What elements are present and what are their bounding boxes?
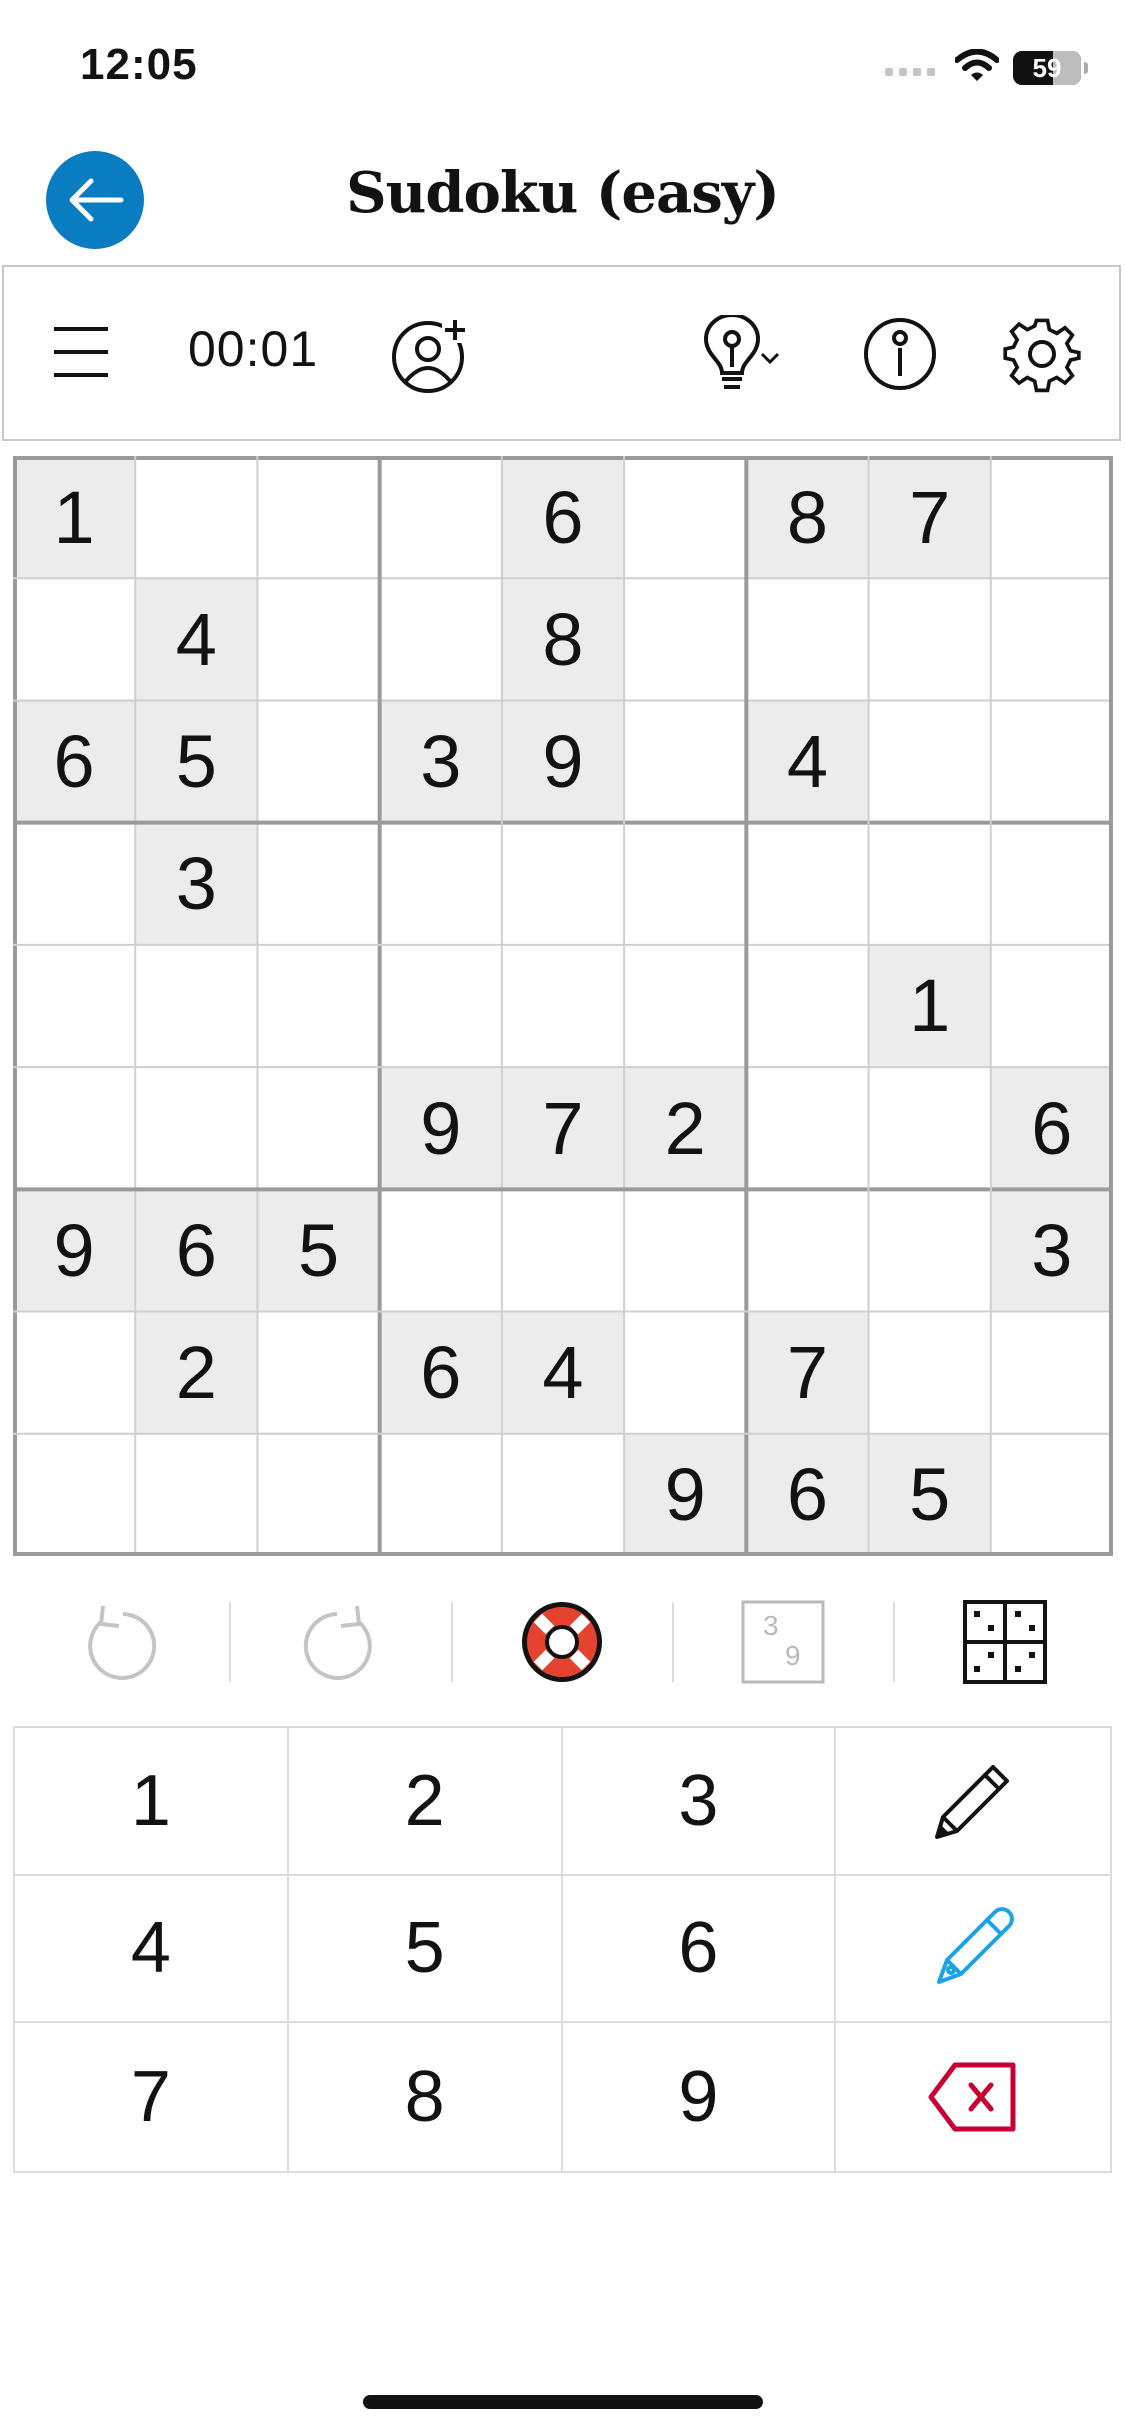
status-time: 12:05 <box>80 40 198 89</box>
key-7[interactable]: 7 <box>15 2023 289 2171</box>
notes-sample-digit: 3 <box>763 1610 779 1641</box>
lightbulb-hint-icon <box>703 315 761 389</box>
undo-icon <box>88 1605 157 1680</box>
battery-icon: 59 <box>1013 51 1088 85</box>
status-icons: 59 <box>885 48 1088 88</box>
pencil-marks-icon <box>741 1600 825 1684</box>
invite-player-button[interactable] <box>385 312 475 398</box>
pen-icon <box>937 1907 1015 1985</box>
key-2[interactable]: 2 <box>288 1728 563 1876</box>
delete-button[interactable] <box>836 2023 1110 2171</box>
notes-mode-button[interactable]: 3 9 <box>733 1596 833 1688</box>
page-title: Sudoku (easy) <box>346 160 780 226</box>
key-4[interactable]: 4 <box>15 1875 289 2024</box>
key-1[interactable]: 1 <box>15 1728 289 1876</box>
menu-icon <box>54 327 108 377</box>
info-icon <box>864 318 936 390</box>
grid-view-icon <box>963 1600 1047 1684</box>
signal-icon <box>885 56 941 81</box>
grid-view-button[interactable] <box>955 1596 1055 1688</box>
pen-mode-button[interactable] <box>836 1876 1110 2024</box>
toolbar <box>2 265 1121 441</box>
number-keypad: 1 2 3 4 5 6 7 8 9 <box>13 1726 1112 2173</box>
timer: 00:01 <box>188 321 319 377</box>
info-button[interactable] <box>858 312 942 396</box>
gear-icon <box>1003 318 1081 393</box>
menu-button[interactable] <box>44 315 118 389</box>
redo-icon <box>303 1605 372 1680</box>
action-bar: 3 9 <box>0 1596 1125 1688</box>
delete-icon <box>928 2062 1016 2132</box>
chevron-down-icon <box>760 352 780 365</box>
redo-button[interactable] <box>291 1596 391 1688</box>
battery-level: 59 <box>1032 52 1062 83</box>
lifebuoy-icon <box>522 1602 602 1682</box>
wifi-icon <box>954 48 1000 88</box>
key-9[interactable]: 9 <box>563 2023 837 2171</box>
key-6[interactable]: 6 <box>562 1875 837 2024</box>
undo-button[interactable] <box>69 1596 169 1688</box>
help-button[interactable] <box>512 1596 612 1688</box>
grid-lines <box>13 456 1113 1556</box>
pencil-icon <box>935 1764 1010 1839</box>
settings-button[interactable] <box>1000 312 1084 396</box>
pencil-mode-button[interactable] <box>836 1728 1110 1876</box>
home-indicator <box>363 2395 763 2409</box>
key-8[interactable]: 8 <box>289 2023 563 2171</box>
add-person-icon <box>392 317 468 393</box>
sudoku-board: 1687486539431972696532647965 <box>13 456 1113 1556</box>
key-5[interactable]: 5 <box>288 1875 563 2024</box>
key-3[interactable]: 3 <box>562 1728 837 1876</box>
notes-sample-digit: 9 <box>785 1640 801 1671</box>
hint-button[interactable] <box>686 312 796 398</box>
